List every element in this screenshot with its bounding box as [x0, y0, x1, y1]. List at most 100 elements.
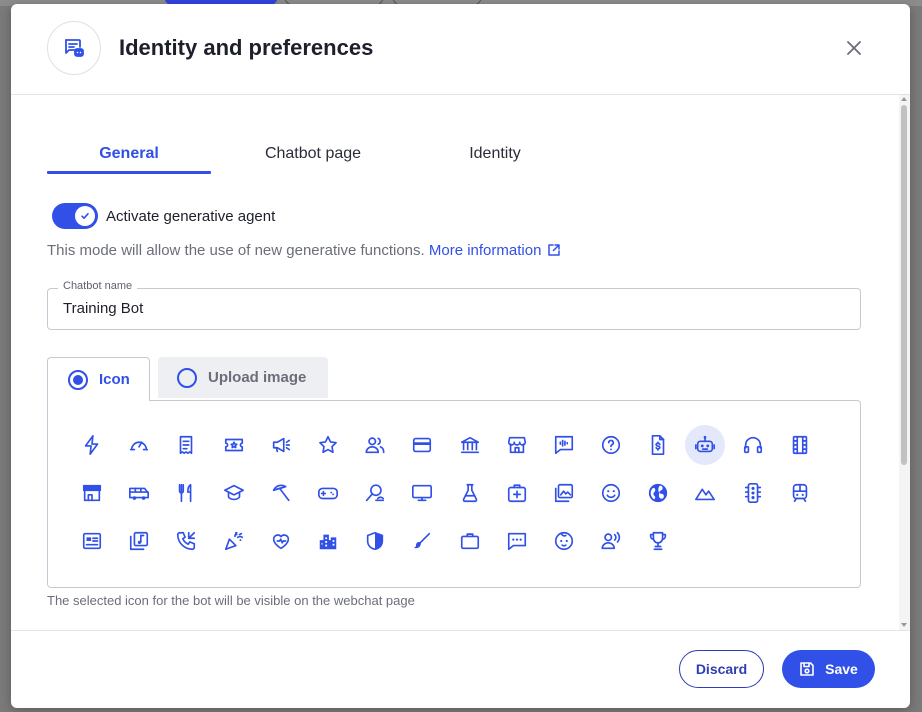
icon-option-globe[interactable] — [638, 473, 678, 513]
icon-option-brush[interactable] — [402, 521, 442, 561]
icon-option-bank[interactable] — [450, 425, 490, 465]
upload-image-option[interactable]: Upload image — [158, 357, 328, 398]
restaurant-icon — [179, 483, 192, 503]
speedometer-icon — [130, 441, 149, 451]
help-circle-icon — [601, 435, 621, 455]
umbrella-icon — [272, 484, 290, 502]
icon-option-trophy[interactable] — [638, 521, 678, 561]
more-information-link[interactable]: More information — [429, 242, 562, 259]
save-button[interactable]: Save — [782, 650, 875, 688]
graduation-cap-icon — [223, 484, 244, 501]
gamepad-icon — [317, 487, 338, 500]
generative-help-text: This mode will allow the use of new gene… — [47, 242, 561, 259]
train-icon — [792, 483, 808, 503]
icon-option-traffic-light[interactable] — [733, 473, 773, 513]
icon-option-search-person[interactable] — [355, 473, 395, 513]
tab-identity[interactable]: Identity — [413, 135, 577, 173]
bank-icon — [460, 436, 479, 454]
shop-icon — [82, 484, 102, 502]
generative-description: This mode will allow the use of new gene… — [47, 242, 425, 259]
flask-icon — [462, 483, 477, 503]
scroll-up-arrow[interactable] — [901, 97, 907, 101]
robot-icon — [695, 435, 716, 453]
icon-option-store[interactable] — [497, 425, 537, 465]
mountain-icon — [695, 488, 716, 501]
icon-picker — [47, 400, 861, 588]
close-icon — [847, 41, 861, 55]
tab-general[interactable]: General — [47, 135, 211, 173]
icon-option-headphones[interactable] — [733, 425, 773, 465]
chatbot-name-field[interactable]: Chatbot name — [47, 280, 861, 330]
icon-note: The selected icon for the bot will be vi… — [47, 593, 415, 608]
icon-option-baby-face[interactable] — [544, 521, 584, 561]
icon-option-speedometer[interactable] — [119, 425, 159, 465]
icon-option-celebration[interactable] — [214, 521, 254, 561]
icon-option-megaphone[interactable] — [261, 425, 301, 465]
icon-option-umbrella[interactable] — [261, 473, 301, 513]
icon-option-bus[interactable] — [119, 473, 159, 513]
flash-icon — [84, 435, 99, 455]
heart-icon — [272, 534, 289, 550]
scrollbar[interactable] — [899, 95, 910, 630]
icon-option[interactable]: Icon — [47, 357, 150, 401]
baby-face-icon — [554, 531, 573, 551]
scrollbar-thumb[interactable] — [901, 105, 907, 465]
upload-image-radio[interactable] — [177, 367, 197, 388]
icon-option-voice-message[interactable] — [544, 425, 584, 465]
icon-option-robot[interactable] — [685, 425, 726, 465]
credit-card-icon — [413, 437, 432, 453]
icon-option-shop[interactable] — [72, 473, 112, 513]
icon-option-star[interactable] — [308, 425, 348, 465]
icon-option-first-aid[interactable] — [497, 473, 537, 513]
icon-option-city[interactable] — [308, 521, 348, 561]
smile-icon — [601, 483, 621, 503]
icon-option-gamepad[interactable] — [308, 473, 348, 513]
chatbot-name-label: Chatbot name — [58, 280, 138, 292]
icon-option-restaurant[interactable] — [166, 473, 206, 513]
icon-option-music-library[interactable] — [119, 521, 159, 561]
icon-option-phone-callback[interactable] — [166, 521, 206, 561]
star-icon — [319, 435, 337, 454]
icon-option-flash[interactable] — [72, 425, 112, 465]
trophy-icon — [650, 531, 667, 551]
icon-option-photo-library[interactable] — [544, 473, 584, 513]
icon-option-shield[interactable] — [355, 521, 395, 561]
phone-callback-icon — [177, 531, 196, 551]
briefcase-icon — [460, 533, 479, 550]
tab-chatbot-page[interactable]: Chatbot page — [231, 135, 395, 173]
chatbot-name-input[interactable] — [63, 300, 763, 317]
icon-option-heart[interactable] — [261, 521, 301, 561]
icon-radio[interactable] — [68, 369, 88, 390]
ticket-icon — [224, 438, 243, 452]
voice-person-icon — [601, 531, 621, 550]
generative-agent-label: Activate generative agent — [106, 207, 276, 225]
toggle-knob — [75, 206, 95, 226]
icon-option-receipt[interactable] — [166, 425, 206, 465]
icon-option-monitor[interactable] — [402, 473, 442, 513]
brush-icon — [414, 532, 431, 549]
celebration-icon — [224, 531, 243, 551]
icon-option-voice-person[interactable] — [591, 521, 631, 561]
icon-option-people[interactable] — [355, 425, 395, 465]
icon-option-train[interactable] — [780, 473, 820, 513]
icon-option-help-circle[interactable] — [591, 425, 631, 465]
dialog-title: Identity and preferences — [119, 35, 374, 60]
icon-option-credit-card[interactable] — [402, 425, 442, 465]
icon-option-briefcase[interactable] — [450, 521, 490, 561]
icon-option-flask[interactable] — [450, 473, 490, 513]
generative-agent-toggle[interactable] — [52, 203, 98, 229]
tab-bar: General Chatbot page Identity — [47, 135, 857, 175]
icon-option-graduation-cap[interactable] — [214, 473, 254, 513]
scroll-down-arrow[interactable] — [901, 623, 907, 627]
icon-option-invoice[interactable] — [638, 425, 678, 465]
save-icon — [800, 662, 814, 676]
close-button[interactable] — [844, 38, 864, 58]
icon-option-ticket[interactable] — [214, 425, 254, 465]
icon-option-mountain[interactable] — [685, 473, 725, 513]
icon-option-smile[interactable] — [591, 473, 631, 513]
icon-option-news[interactable] — [72, 521, 112, 561]
discard-button[interactable]: Discard — [679, 650, 764, 688]
chat-bot-icon — [47, 21, 101, 75]
icon-option-chat[interactable] — [497, 521, 537, 561]
icon-option-film[interactable] — [780, 425, 820, 465]
